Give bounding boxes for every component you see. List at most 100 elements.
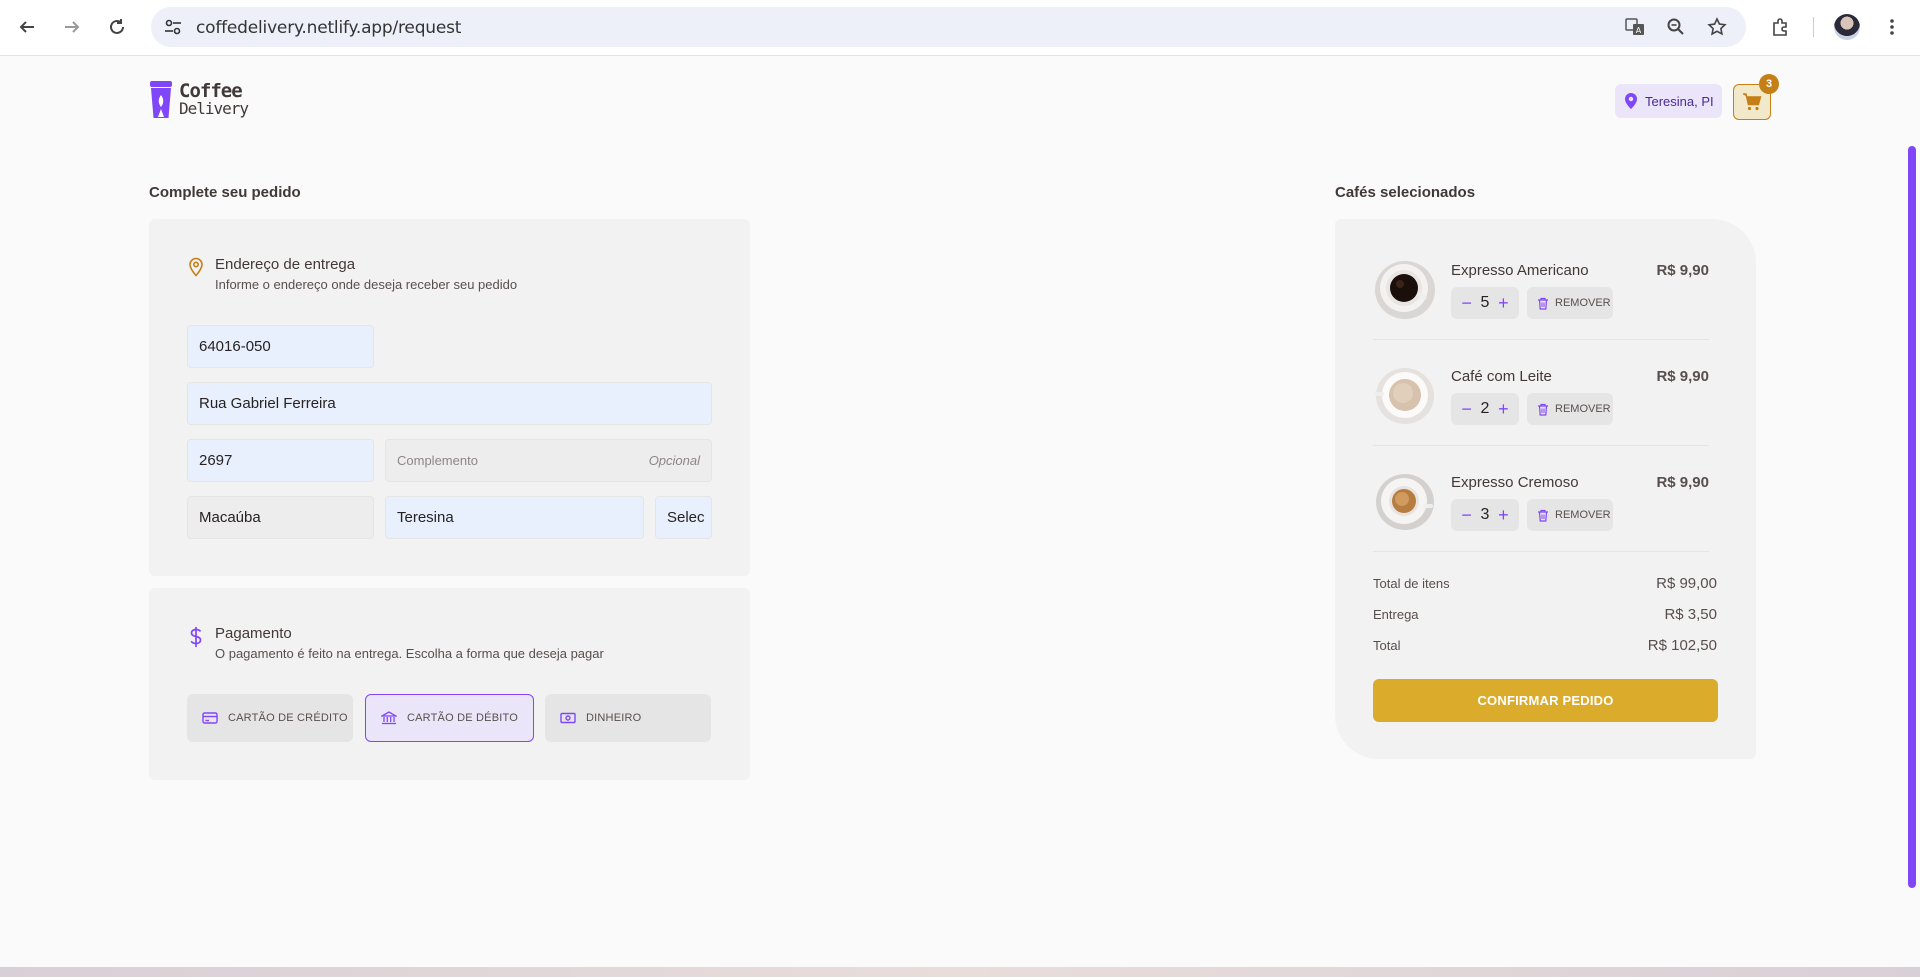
item-divider bbox=[1373, 551, 1709, 552]
remove-button[interactable]: REMOVER bbox=[1527, 287, 1613, 319]
quantity-stepper: − 2 + bbox=[1451, 393, 1519, 425]
bookmark-star-icon[interactable] bbox=[1703, 15, 1731, 39]
os-taskbar-edge bbox=[0, 967, 1920, 977]
quantity-value: 3 bbox=[1480, 506, 1490, 523]
coffee-cup-logo-icon bbox=[150, 81, 172, 118]
remove-button[interactable]: REMOVER bbox=[1527, 499, 1613, 531]
cart-count-badge: 3 bbox=[1759, 74, 1779, 94]
shopping-cart-icon bbox=[1743, 93, 1762, 111]
cash-option[interactable]: DINHEIRO bbox=[545, 694, 711, 742]
complement-field[interactable]: Complemento Opcional bbox=[385, 439, 712, 482]
item-divider bbox=[1373, 445, 1709, 446]
order-title: Complete seu pedido bbox=[149, 184, 301, 201]
delivery-value: R$ 3,50 bbox=[1664, 606, 1717, 623]
zoom-icon[interactable] bbox=[1662, 15, 1690, 39]
more-menu-icon[interactable] bbox=[1877, 12, 1907, 42]
item-price: R$ 9,90 bbox=[1656, 368, 1709, 385]
browser-toolbar: coffedelivery.netlify.app/request A bbox=[0, 0, 1920, 56]
location-badge[interactable]: Teresina, PI bbox=[1615, 84, 1722, 118]
item-name: Café com Leite bbox=[1451, 368, 1552, 385]
cart-item: Café com Leite R$ 9,90 − 2 + REMOVER bbox=[1373, 362, 1709, 468]
back-icon[interactable] bbox=[12, 12, 42, 42]
quantity-value: 5 bbox=[1480, 294, 1490, 311]
quantity-value: 2 bbox=[1480, 400, 1490, 417]
location-text: Teresina, PI bbox=[1645, 93, 1714, 109]
cep-field[interactable]: 64016-050 bbox=[187, 325, 374, 368]
remove-button[interactable]: REMOVER bbox=[1527, 393, 1613, 425]
neighborhood-field[interactable]: Macaúba bbox=[187, 496, 374, 539]
decrement-button[interactable]: − bbox=[1461, 294, 1472, 312]
profile-avatar[interactable] bbox=[1834, 14, 1860, 40]
credit-card-option[interactable]: CARTÃO DE CRÉDITO bbox=[187, 694, 353, 742]
remove-label: REMOVER bbox=[1555, 403, 1611, 415]
quantity-stepper: − 5 + bbox=[1451, 287, 1519, 319]
payment-card: Pagamento O pagamento é feito na entrega… bbox=[149, 588, 750, 780]
brand-logo[interactable]: Coffee Delivery bbox=[149, 80, 249, 119]
delivery-row: Entrega R$ 3,50 bbox=[1373, 606, 1717, 623]
complement-placeholder: Complemento bbox=[397, 453, 478, 468]
street-field[interactable]: Rua Gabriel Ferreira bbox=[187, 382, 712, 425]
url-text[interactable]: coffedelivery.netlify.app/request bbox=[196, 18, 461, 38]
cart-item: Expresso Americano R$ 9,90 − 5 + REMOVER bbox=[1373, 256, 1709, 362]
site-settings-icon[interactable] bbox=[161, 15, 185, 39]
increment-button[interactable]: + bbox=[1498, 506, 1509, 524]
credit-card-label: CARTÃO DE CRÉDITO bbox=[228, 712, 348, 724]
remove-label: REMOVER bbox=[1555, 297, 1611, 309]
cart-item: Expresso Cremoso R$ 9,90 − 3 + REMOVER bbox=[1373, 468, 1709, 574]
increment-button[interactable]: + bbox=[1498, 400, 1509, 418]
total-label: Total bbox=[1373, 638, 1401, 653]
remove-label: REMOVER bbox=[1555, 509, 1611, 521]
trash-icon bbox=[1538, 297, 1548, 310]
item-price: R$ 9,90 bbox=[1656, 262, 1709, 279]
address-card: Endereço de entrega Informe o endereço o… bbox=[149, 219, 750, 576]
logo-line-1: Coffee bbox=[179, 80, 243, 102]
payment-heading: Pagamento bbox=[215, 625, 292, 642]
translate-icon[interactable]: A bbox=[1621, 15, 1649, 39]
selected-coffees-card: Expresso Americano R$ 9,90 − 5 + REMOVER… bbox=[1335, 219, 1756, 759]
money-icon bbox=[560, 712, 576, 724]
coffee-image-cafe-com-leite bbox=[1374, 368, 1434, 424]
total-row: Total R$ 102,50 bbox=[1373, 637, 1717, 654]
address-subheading: Informe o endereço onde deseja receber s… bbox=[215, 277, 518, 292]
debit-card-label: CARTÃO DE DÉBITO bbox=[407, 712, 518, 724]
address-bar[interactable]: coffedelivery.netlify.app/request A bbox=[151, 7, 1746, 47]
dollar-sign-icon bbox=[190, 627, 202, 647]
item-name: Expresso Cremoso bbox=[1451, 474, 1579, 491]
increment-button[interactable]: + bbox=[1498, 294, 1509, 312]
payment-subheading: O pagamento é feito na entrega. Escolha … bbox=[215, 646, 604, 661]
logo-line-2: Delivery bbox=[179, 99, 249, 118]
page-scrollbar[interactable] bbox=[1908, 146, 1916, 888]
confirm-order-button[interactable]: CONFIRMAR PEDIDO bbox=[1373, 679, 1718, 722]
total-items-label: Total de itens bbox=[1373, 576, 1450, 591]
reload-icon[interactable] bbox=[102, 12, 132, 42]
coffee-image-expresso-cremoso bbox=[1376, 474, 1434, 530]
item-divider bbox=[1373, 339, 1709, 340]
map-pin-icon bbox=[1625, 93, 1637, 109]
complement-optional-label: Opcional bbox=[648, 453, 700, 468]
credit-card-icon bbox=[202, 712, 218, 724]
extensions-icon[interactable] bbox=[1766, 12, 1796, 42]
trash-icon bbox=[1538, 403, 1548, 416]
bank-icon bbox=[381, 711, 397, 725]
forward-icon[interactable] bbox=[57, 12, 87, 42]
trash-icon bbox=[1538, 509, 1548, 522]
item-price: R$ 9,90 bbox=[1656, 474, 1709, 491]
map-pin-outline-icon bbox=[189, 257, 203, 277]
address-heading: Endereço de entrega bbox=[215, 256, 356, 273]
state-select[interactable]: Selec bbox=[655, 496, 712, 539]
item-name: Expresso Americano bbox=[1451, 262, 1589, 279]
decrement-button[interactable]: − bbox=[1461, 506, 1472, 524]
debit-card-option[interactable]: CARTÃO DE DÉBITO bbox=[365, 694, 534, 742]
quantity-stepper: − 3 + bbox=[1451, 499, 1519, 531]
total-items-value: R$ 99,00 bbox=[1656, 575, 1717, 592]
total-value: R$ 102,50 bbox=[1647, 637, 1717, 654]
coffee-image-americano bbox=[1375, 261, 1435, 319]
svg-text:A: A bbox=[1636, 26, 1642, 35]
summary-title: Cafés selecionados bbox=[1335, 184, 1476, 201]
delivery-label: Entrega bbox=[1373, 607, 1419, 622]
toolbar-separator bbox=[1813, 17, 1814, 37]
number-field[interactable]: 2697 bbox=[187, 439, 374, 482]
city-field[interactable]: Teresina bbox=[385, 496, 644, 539]
decrement-button[interactable]: − bbox=[1461, 400, 1472, 418]
total-items-row: Total de itens R$ 99,00 bbox=[1373, 575, 1717, 592]
